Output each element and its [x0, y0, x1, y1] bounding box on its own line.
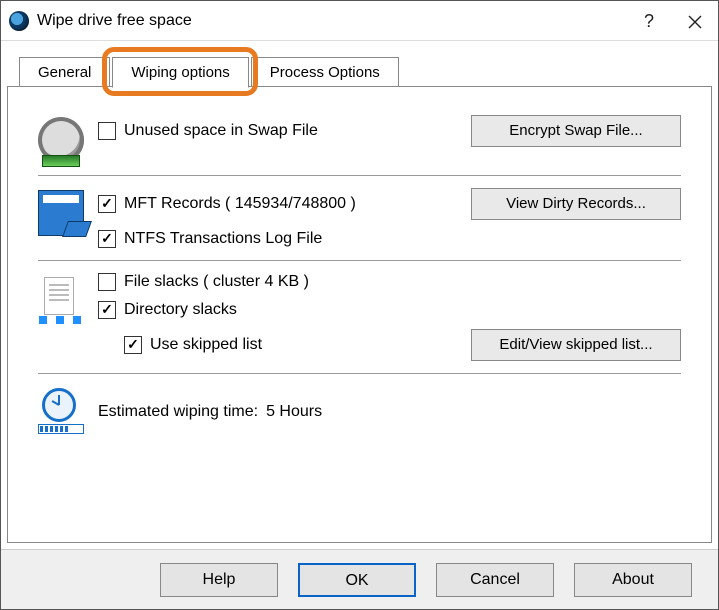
checkbox-ntfs-log[interactable] [98, 230, 116, 248]
label-file-slacks: File slacks ( cluster 4 KB ) [124, 273, 309, 291]
slacks-icon [38, 273, 98, 361]
label-ntfs-log: NTFS Transactions Log File [124, 230, 322, 248]
label-use-skipped-list: Use skipped list [150, 336, 262, 354]
section-swap: Unused space in Swap File Encrypt Swap F… [38, 103, 681, 176]
ok-button[interactable]: OK [298, 563, 416, 597]
tab-process-options[interactable]: Process Options [251, 57, 399, 87]
dialog-window: Wipe drive free space ? General Wiping o… [0, 0, 719, 610]
value-estimated-time: 5 Hours [266, 403, 322, 421]
button-encrypt-swap[interactable]: Encrypt Swap File... [471, 115, 681, 147]
label-estimated-time: Estimated wiping time: [98, 403, 258, 421]
titlebar: Wipe drive free space ? [1, 1, 718, 41]
checkbox-directory-slacks[interactable] [98, 301, 116, 319]
app-icon [9, 11, 29, 31]
window-title: Wipe drive free space [37, 12, 192, 30]
button-edit-skipped-list[interactable]: Edit/View skipped list... [471, 329, 681, 361]
close-icon [688, 15, 702, 29]
titlebar-close-button[interactable] [672, 2, 718, 40]
label-unused-swap: Unused space in Swap File [124, 122, 318, 140]
checkbox-mft-records[interactable] [98, 195, 116, 213]
checkbox-use-skipped-list[interactable] [124, 336, 142, 354]
label-mft-records: MFT Records ( 145934/748800 ) [124, 195, 356, 213]
clock-icon [38, 386, 98, 438]
checkbox-unused-swap[interactable] [98, 122, 116, 140]
tab-bar: General Wiping options Process Options [7, 53, 712, 87]
checkbox-file-slacks[interactable] [98, 273, 116, 291]
tab-general[interactable]: General [19, 57, 110, 87]
tab-panel-wiping-options: Unused space in Swap File Encrypt Swap F… [7, 87, 712, 543]
dialog-button-bar: Help OK Cancel About [1, 549, 718, 609]
swap-icon [38, 115, 98, 163]
tab-wiping-options[interactable]: Wiping options [112, 57, 248, 88]
section-estimate: Estimated wiping time: 5 Hours [38, 374, 681, 450]
label-directory-slacks: Directory slacks [124, 301, 237, 319]
section-mft: MFT Records ( 145934/748800 ) View Dirty… [38, 176, 681, 261]
button-view-dirty-records[interactable]: View Dirty Records... [471, 188, 681, 220]
cancel-button[interactable]: Cancel [436, 563, 554, 597]
section-slacks: File slacks ( cluster 4 KB ) Directory s… [38, 261, 681, 374]
about-button[interactable]: About [574, 563, 692, 597]
help-button[interactable]: Help [160, 563, 278, 597]
titlebar-help-button[interactable]: ? [626, 2, 672, 40]
mft-icon [38, 188, 98, 248]
